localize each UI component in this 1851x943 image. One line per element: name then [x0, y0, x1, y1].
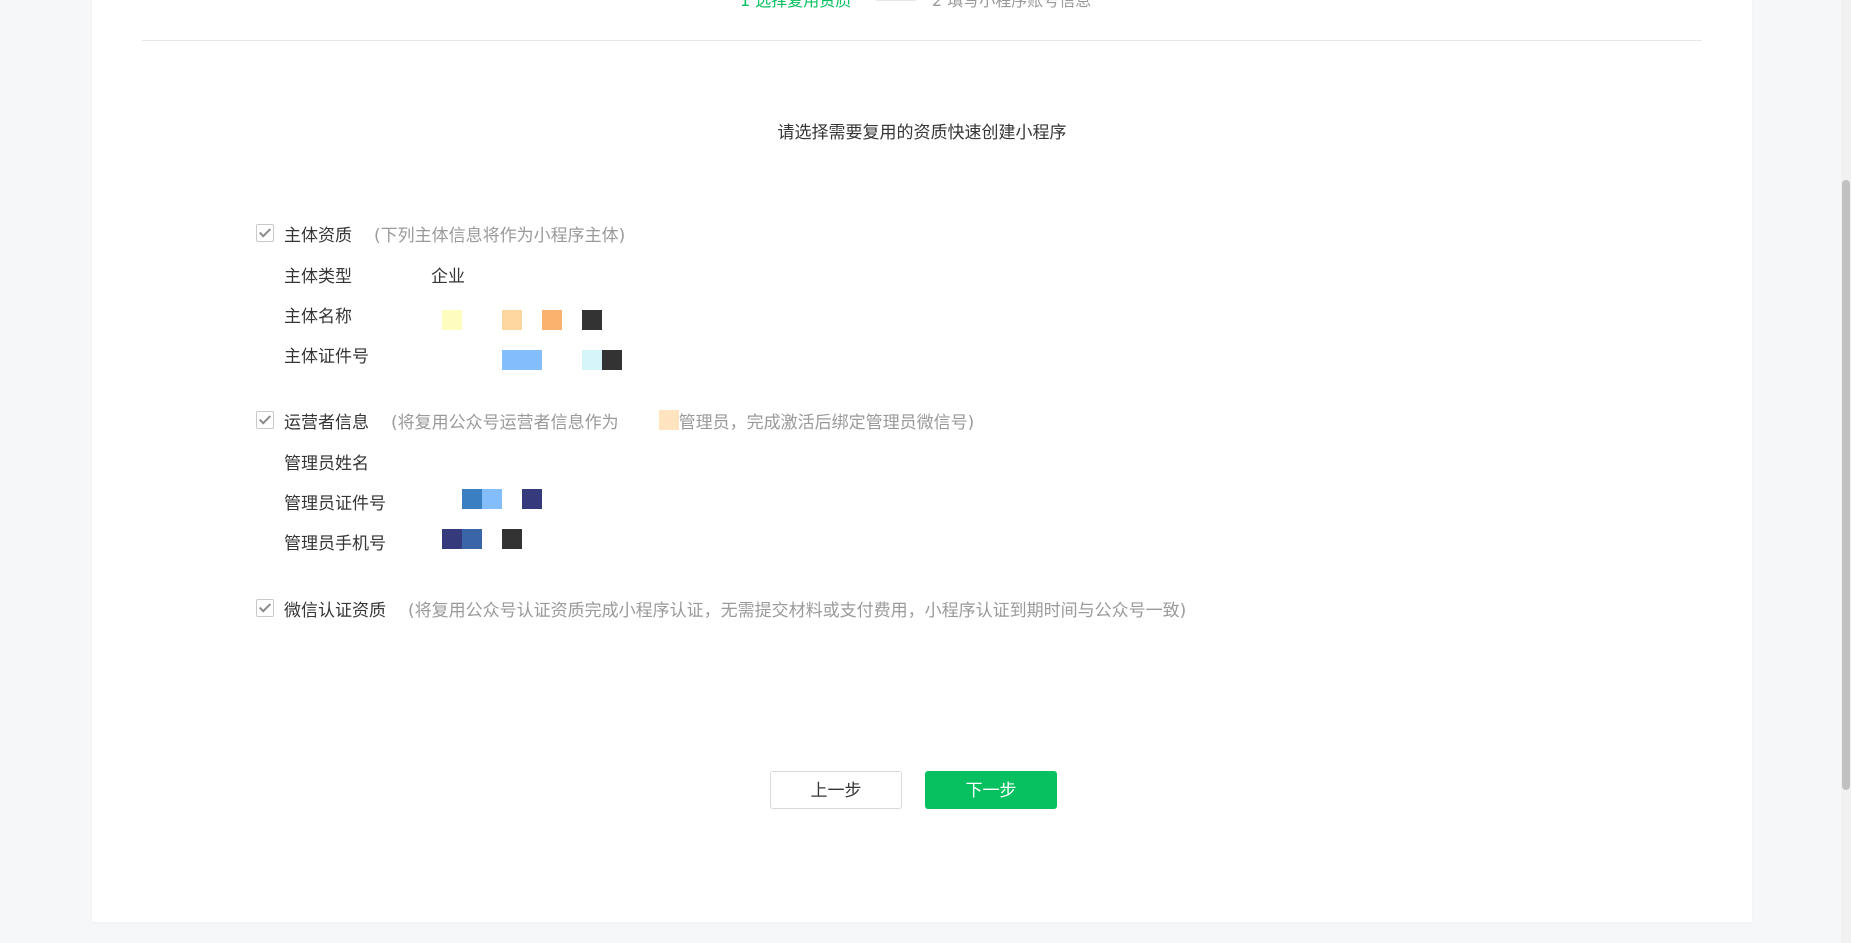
- subject-type-row: 主体类型 企业: [284, 262, 465, 287]
- admin-id-label: 管理员证件号: [284, 494, 386, 514]
- subject-id-row: 主体证件号: [284, 342, 622, 370]
- page-scrollbar[interactable]: [1841, 0, 1851, 943]
- admin-name-label: 管理员姓名: [284, 454, 369, 474]
- certification-checkbox[interactable]: [256, 599, 274, 617]
- operator-label: 运营者信息: [284, 412, 369, 433]
- step-1-active: 1 选择复用资质: [740, 0, 852, 10]
- operator-checkbox[interactable]: [256, 411, 274, 429]
- admin-name-row: 管理员姓名: [284, 449, 369, 474]
- subject-checkbox[interactable]: [256, 224, 274, 242]
- operator-note-redacted: [658, 410, 679, 430]
- subject-note: (下列主体信息将作为小程序主体): [374, 225, 626, 246]
- subject-id-label: 主体证件号: [284, 347, 369, 367]
- content-card: 1 选择复用资质 2 填写小程序账号信息 请选择需要复用的资质快速创建小程序 主…: [92, 0, 1752, 922]
- operator-section-header: 运营者信息 (将复用公众号运营者信息作为 管理员，完成激活后绑定管理员微信号): [256, 409, 975, 433]
- subject-type-value: 企业: [431, 267, 465, 287]
- subject-name-label: 主体名称: [284, 307, 352, 327]
- admin-id-row: 管理员证件号: [284, 489, 542, 514]
- next-step-button[interactable]: 下一步: [925, 771, 1057, 809]
- prev-step-button[interactable]: 上一步: [770, 771, 902, 809]
- certification-note: (将复用公众号认证资质完成小程序认证，无需提交材料或支付费用，小程序认证到期时间…: [408, 600, 1187, 621]
- subject-label: 主体资质: [284, 225, 352, 246]
- header-divider: [142, 40, 1702, 41]
- step-connector: [876, 0, 916, 1]
- subject-section-header: 主体资质 (下列主体信息将作为小程序主体): [256, 222, 626, 246]
- admin-phone-row: 管理员手机号: [284, 529, 522, 554]
- operator-note-suffix: 管理员，完成激活后绑定管理员微信号): [678, 412, 975, 433]
- page-title: 请选择需要复用的资质快速创建小程序: [777, 123, 1067, 143]
- operator-note-prefix: (将复用公众号运营者信息作为: [391, 412, 619, 433]
- step-2: 2 填写小程序账号信息: [932, 0, 1092, 10]
- subject-name-row: 主体名称: [284, 302, 602, 330]
- certification-section-header: 微信认证资质 (将复用公众号认证资质完成小程序认证，无需提交材料或支付费用，小程…: [256, 597, 1187, 621]
- certification-label: 微信认证资质: [284, 600, 386, 621]
- scrollbar-thumb[interactable]: [1842, 180, 1850, 790]
- subject-type-label: 主体类型: [284, 267, 352, 287]
- step-indicator: 1 选择复用资质 2 填写小程序账号信息: [92, 0, 1752, 11]
- admin-phone-label: 管理员手机号: [284, 534, 386, 554]
